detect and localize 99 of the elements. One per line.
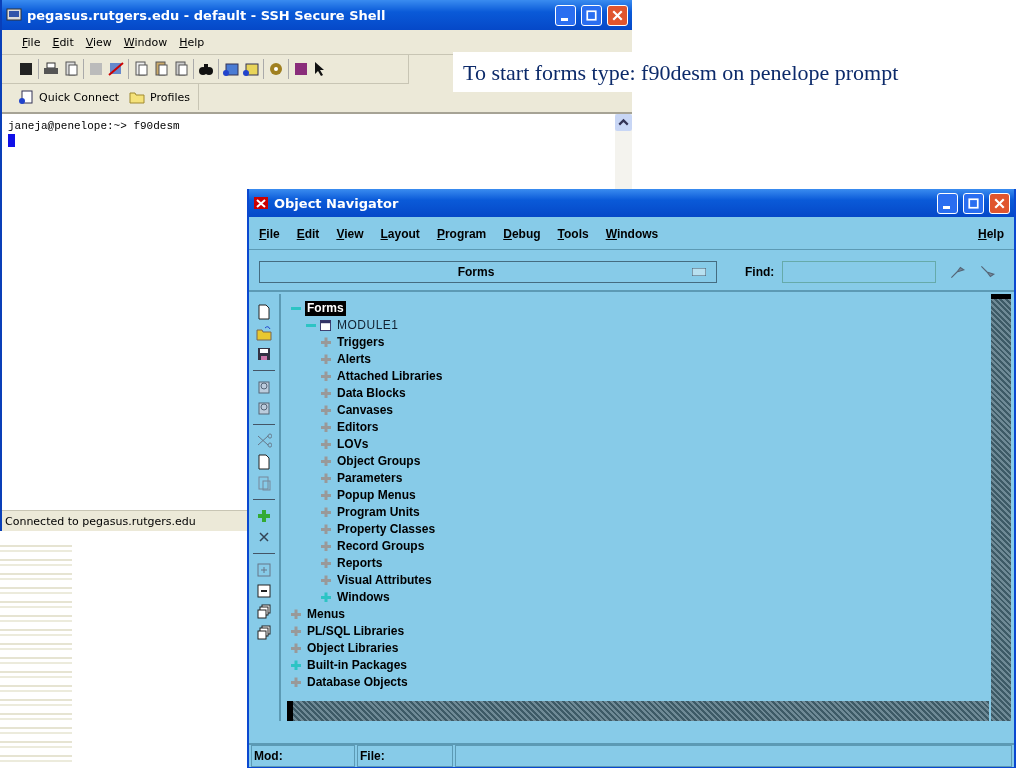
horizontal-scrollbar[interactable] — [287, 701, 989, 722]
quick-connect-button[interactable]: Quick Connect — [18, 89, 120, 105]
minimize-button[interactable] — [555, 4, 576, 26]
expand-icon[interactable] — [321, 337, 331, 348]
printer-icon[interactable] — [43, 61, 59, 77]
tree-item[interactable]: Editors — [335, 419, 381, 435]
expand-icon[interactable] — [321, 558, 331, 569]
terminal-disconnect-icon[interactable] — [108, 61, 124, 77]
menu-item[interactable]: File — [22, 35, 41, 49]
menu-item[interactable]: Window — [123, 35, 168, 49]
new-window-icon[interactable] — [243, 61, 259, 77]
menu-item[interactable]: View — [336, 226, 364, 241]
tree-item[interactable]: Triggers — [335, 334, 387, 350]
window-icon — [320, 319, 331, 331]
terminal-icon — [6, 7, 22, 23]
window-title: pegasus.rutgers.edu - default - SSH Secure Shell — [27, 7, 386, 23]
tree-item[interactable]: Alerts — [335, 351, 373, 367]
menu-item[interactable]: Program — [436, 226, 487, 241]
close-button[interactable] — [989, 192, 1010, 214]
expand-icon[interactable] — [291, 609, 301, 620]
tree-item[interactable]: Program Units — [335, 504, 422, 520]
menu-item[interactable]: Edit — [52, 35, 74, 49]
expand-icon[interactable] — [321, 490, 331, 501]
tree-item[interactable]: PL/SQL Libraries — [305, 623, 407, 639]
help-menu[interactable]: Help — [978, 226, 1004, 241]
tree-item[interactable]: Object Libraries — [305, 640, 401, 656]
expand-icon[interactable] — [321, 371, 331, 382]
menu-item[interactable]: Tools — [557, 226, 589, 241]
new-window-icon[interactable] — [223, 61, 239, 77]
expand-icon[interactable] — [321, 354, 331, 365]
tree-item[interactable]: Database Objects — [305, 674, 410, 690]
status-text: Connected to pegasus.rutgers.edu — [5, 514, 196, 528]
copy-icon[interactable] — [133, 61, 149, 77]
connect-icon — [18, 89, 34, 105]
collapse-icon[interactable] — [256, 582, 272, 599]
expand-icon[interactable] — [321, 507, 331, 518]
tree-item[interactable]: MODULE1 — [335, 317, 401, 333]
document-icon[interactable] — [256, 453, 272, 470]
expand-all-icon[interactable] — [256, 603, 272, 620]
tree-item[interactable]: Attached Libraries — [335, 368, 445, 384]
terminal-line: janeja@penelope:~> f90desm — [8, 120, 181, 132]
collapse-all-icon[interactable] — [256, 624, 272, 641]
tree-item[interactable]: Forms — [305, 300, 346, 316]
find-label: Find: — [745, 264, 775, 279]
menu-item[interactable]: Edit — [296, 226, 320, 241]
file-status: File: — [357, 745, 453, 767]
mod-status: Mod: — [251, 745, 355, 767]
minimize-icon — [561, 17, 568, 21]
binoculars-icon[interactable] — [198, 61, 214, 77]
tree-item[interactable]: Built-in Packages — [305, 657, 410, 673]
expand-icon[interactable] — [321, 388, 331, 399]
tree-item[interactable]: Canvases — [335, 402, 396, 418]
window-title: Object Navigator — [274, 195, 399, 211]
vertical-scrollbar[interactable] — [991, 293, 1011, 722]
expand-icon[interactable] — [321, 473, 331, 484]
find-field[interactable] — [782, 260, 937, 283]
tree-item[interactable]: Record Groups — [335, 538, 427, 554]
profiles-button[interactable]: Profiles — [129, 89, 191, 105]
tree-item[interactable]: Windows — [335, 589, 392, 605]
expand-icon[interactable] — [291, 626, 301, 637]
expand-icon[interactable] — [321, 422, 331, 433]
maximize-button[interactable] — [963, 192, 984, 214]
paste-icon[interactable] — [173, 61, 189, 77]
object-type-dropdown[interactable]: Forms — [259, 260, 717, 283]
scroll-up-button[interactable] — [615, 114, 632, 131]
menu-item[interactable]: Windows — [605, 226, 659, 241]
minimize-icon — [943, 205, 950, 209]
print-preview-icon[interactable] — [63, 61, 79, 77]
tree-item[interactable]: Popup Menus — [335, 487, 418, 503]
expand-icon[interactable] — [321, 439, 331, 450]
tree-item[interactable]: Visual Attributes — [335, 572, 434, 588]
expand-icon[interactable] — [321, 456, 331, 467]
dropdown-indicator-icon — [692, 267, 706, 276]
close-button[interactable] — [607, 4, 628, 26]
menu-item[interactable]: View — [85, 35, 112, 49]
expand-icon[interactable] — [291, 643, 301, 654]
paste-icon[interactable] — [153, 61, 169, 77]
tree-item[interactable]: Parameters — [335, 470, 405, 486]
tree-item[interactable]: LOVs — [335, 436, 371, 452]
menu-item[interactable]: File — [259, 226, 280, 241]
menu-item[interactable]: Debug — [503, 226, 541, 241]
expand-icon[interactable] — [321, 405, 331, 416]
expand-icon[interactable] — [291, 677, 301, 688]
tree-item[interactable]: Property Classes — [335, 521, 438, 537]
maximize-button[interactable] — [581, 4, 602, 26]
new-document-icon[interactable] — [256, 303, 272, 320]
folder-icon — [129, 89, 146, 105]
expand-icon[interactable] — [321, 575, 331, 586]
tree-item[interactable]: Data Blocks — [335, 385, 408, 401]
minimize-button[interactable] — [937, 192, 958, 214]
tree-item[interactable]: Menus — [305, 606, 347, 622]
menu-item[interactable]: Help — [179, 35, 205, 49]
expand-icon[interactable] — [321, 541, 331, 552]
app-icon — [253, 195, 269, 211]
tree-item[interactable]: Reports — [335, 555, 385, 571]
tree-item[interactable]: Object Groups — [335, 453, 423, 469]
cursor — [8, 134, 15, 147]
menu-item[interactable]: Layout — [380, 226, 420, 241]
expand-icon[interactable] — [321, 524, 331, 535]
